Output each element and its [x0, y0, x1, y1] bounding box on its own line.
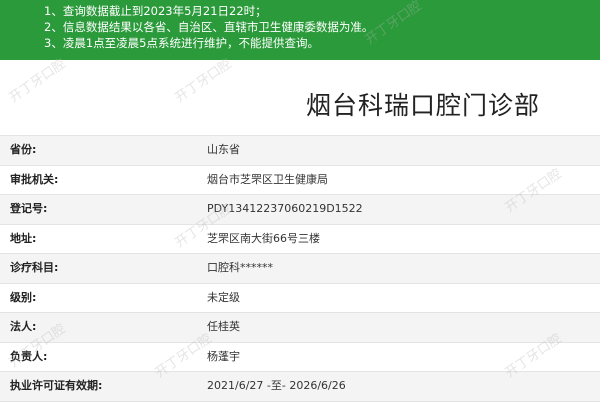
row-label: 诊疗科目: — [10, 261, 59, 274]
row-value: 任桂英 — [207, 320, 240, 333]
table-row-license-validity: 执业许可证有效期: 2021/6/27 -至- 2026/6/26 — [0, 371, 600, 402]
row-label: 地址: — [10, 231, 37, 245]
row-value: 口腔科****** — [207, 261, 273, 274]
row-value: PDY13412237060219D1522 — [207, 202, 363, 215]
table-row-province: 省份: 山东省 — [0, 135, 600, 165]
table-row-responsible-person: 负责人: 杨蓬宇 — [0, 341, 600, 371]
row-value: 未定级 — [207, 290, 240, 304]
row-value: 烟台市芝罘区卫生健康局 — [207, 172, 328, 186]
table-row-authority: 审批机关: 烟台市芝罘区卫生健康局 — [0, 164, 600, 194]
table-row-departments: 诊疗科目: 口腔科****** — [0, 253, 600, 283]
clinic-name-heading: 烟台科瑞口腔门诊部 — [305, 91, 540, 120]
info-table: 省份: 山东省 审批机关: 烟台市芝罘区卫生健康局 登记号: PDY134122… — [0, 135, 600, 402]
notice-line-2: 2、信息数据结果以各省、自治区、直辖市卫生健康委数据为准。 — [44, 20, 374, 34]
row-label: 审批机关: — [10, 172, 59, 186]
row-label: 省份: — [10, 143, 37, 156]
row-value: 杨蓬宇 — [207, 349, 240, 363]
notice-line-3: 3、凌晨1点至凌晨5点系统进行维护，不能提供查询。 — [44, 36, 319, 50]
notice-banner: 1、查询数据截止到2023年5月21日22时； 2、信息数据结果以各省、自治区、… — [0, 0, 600, 60]
table-row-address: 地址: 芝罘区南大街66号三楼 — [0, 223, 600, 253]
notice-line-1: 1、查询数据截止到2023年5月21日22时； — [44, 4, 267, 18]
row-label: 登记号: — [10, 202, 48, 215]
watermark-logo: 开丁牙口腔 — [172, 56, 235, 106]
table-row-registration: 登记号: PDY13412237060219D1522 — [0, 194, 600, 224]
row-label: 负责人: — [10, 349, 48, 363]
row-value: 山东省 — [207, 143, 240, 156]
table-row-legal-person: 法人: 任桂英 — [0, 312, 600, 342]
row-label: 执业许可证有效期: — [10, 379, 103, 392]
row-label: 级别: — [10, 290, 37, 304]
row-label: 法人: — [10, 320, 37, 333]
row-value: 芝罘区南大街66号三楼 — [207, 231, 320, 245]
row-value: 2021/6/27 -至- 2026/6/26 — [207, 379, 346, 392]
watermark-logo: 开丁牙口腔 — [6, 56, 69, 106]
table-row-level: 级别: 未定级 — [0, 282, 600, 312]
